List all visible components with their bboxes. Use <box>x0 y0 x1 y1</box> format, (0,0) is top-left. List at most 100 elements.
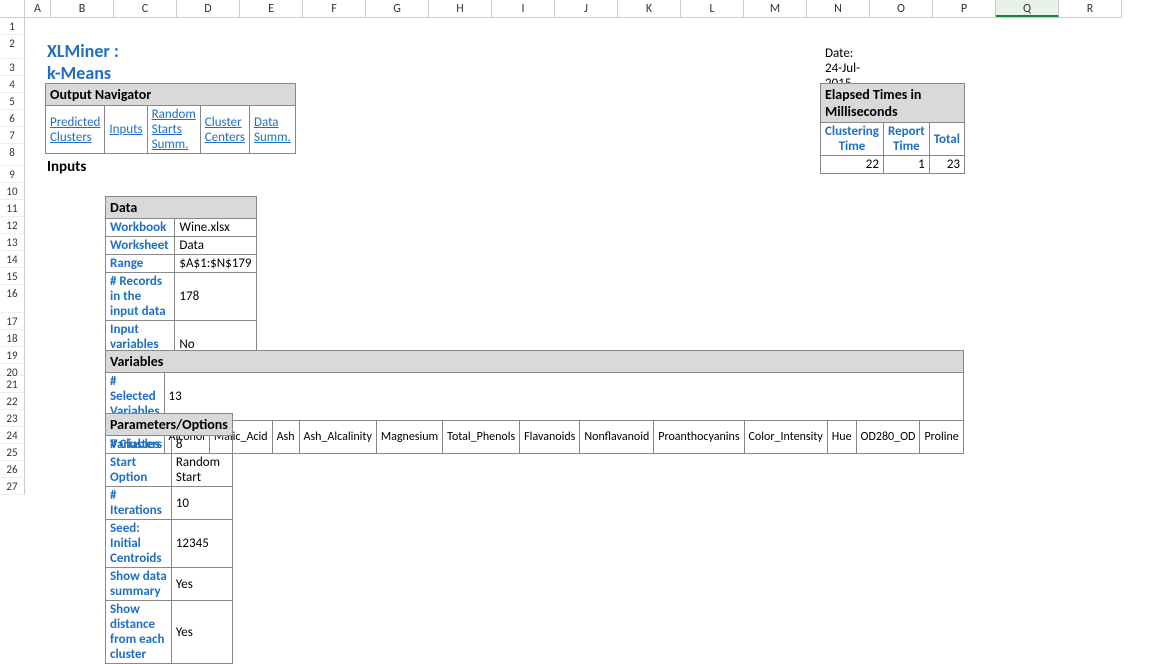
row-header-8[interactable]: 8 <box>0 144 25 166</box>
column-header-o[interactable]: O <box>870 0 933 17</box>
var-proline: Proline <box>920 421 963 454</box>
row-header-2[interactable]: 2 <box>0 35 25 59</box>
row-header-18[interactable]: 18 <box>0 330 25 347</box>
row-header-19[interactable]: 19 <box>0 347 25 364</box>
column-header-l[interactable]: L <box>681 0 744 17</box>
row-header-26[interactable]: 26 <box>0 461 25 478</box>
column-header-k[interactable]: K <box>618 0 681 17</box>
data-label-range: Range <box>106 255 175 273</box>
row-header-11[interactable]: 11 <box>0 200 25 217</box>
column-header-r[interactable]: R <box>1059 0 1122 17</box>
row-header-21[interactable]: 21 <box>0 376 25 393</box>
elapsed-col-total: Total <box>929 123 964 156</box>
var-total-phenols: Total_Phenols <box>443 421 520 454</box>
param-val-distance: Yes <box>171 601 232 664</box>
data-section: Data WorkbookWine.xlsx WorksheetData Ran… <box>105 196 257 369</box>
row-header-1[interactable]: 1 <box>0 18 25 35</box>
row-header-5[interactable]: 5 <box>0 93 25 110</box>
var-flavanoids: Flavanoids <box>520 421 580 454</box>
row-header-23[interactable]: 23 <box>0 410 25 427</box>
column-header-h[interactable]: H <box>429 0 492 17</box>
var-color-intensity: Color_Intensity <box>744 421 827 454</box>
elapsed-val-report: 1 <box>883 156 929 174</box>
column-header-b[interactable]: B <box>51 0 114 17</box>
elapsed-col-report: Report Time <box>883 123 929 156</box>
elapsed-times: Elapsed Times in Milliseconds Clustering… <box>820 83 965 174</box>
row-header-7[interactable]: 7 <box>0 127 25 144</box>
nav-link-predicted-clusters[interactable]: Predicted Clusters <box>46 106 105 154</box>
nav-link-cluster-centers[interactable]: Cluster Centers <box>200 106 249 154</box>
data-label-workbook: Workbook <box>106 219 175 237</box>
var-nonflavanoid: Nonflavanoid <box>580 421 654 454</box>
data-section-header: Data <box>106 197 257 219</box>
column-header-c[interactable]: C <box>114 0 177 17</box>
nav-link-data-summ[interactable]: Data Summ. <box>249 106 295 154</box>
var-proanthocyanins: Proanthocyanins <box>654 421 744 454</box>
elapsed-val-clustering: 22 <box>821 156 884 174</box>
column-header-g[interactable]: G <box>366 0 429 17</box>
param-label-distance: Show distance from each cluster <box>106 601 172 664</box>
param-label-seed: Seed: Initial Centroids <box>106 520 172 568</box>
param-val-start: Random Start <box>171 454 232 487</box>
data-val-workbook: Wine.xlsx <box>175 219 256 237</box>
elapsed-header: Elapsed Times in Milliseconds <box>821 84 965 123</box>
row-header-16[interactable]: 16 <box>0 285 25 313</box>
column-header-n[interactable]: N <box>807 0 870 17</box>
row-header-14[interactable]: 14 <box>0 251 25 268</box>
param-val-clusters: 8 <box>171 436 232 454</box>
row-header-22[interactable]: 22 <box>0 393 25 410</box>
row-header-17[interactable]: 17 <box>0 313 25 330</box>
sheet-corner[interactable] <box>0 0 25 18</box>
var-ash: Ash <box>272 421 299 454</box>
vars-count-val: 13 <box>164 373 963 421</box>
row-header-3[interactable]: 3 <box>0 59 25 76</box>
row-header-9[interactable]: 9 <box>0 166 25 183</box>
row-header-25[interactable]: 25 <box>0 444 25 461</box>
data-label-worksheet: Worksheet <box>106 237 175 255</box>
row-header-24[interactable]: 24 <box>0 427 25 444</box>
column-header-a[interactable]: A <box>25 0 51 17</box>
elapsed-col-clustering: Clustering Time <box>821 123 884 156</box>
param-label-clusters: # Clusters <box>106 436 172 454</box>
nav-link-inputs[interactable]: Inputs <box>105 106 147 154</box>
row-header-6[interactable]: 6 <box>0 110 25 127</box>
inputs-heading: Inputs <box>47 158 86 176</box>
column-header-i[interactable]: I <box>492 0 555 17</box>
param-label-start: Start Option <box>106 454 172 487</box>
column-header-f[interactable]: F <box>303 0 366 17</box>
parameters-section: Parameters/Options # Clusters8 Start Opt… <box>105 413 233 664</box>
data-val-range: $A$1:$N$179 <box>175 255 256 273</box>
data-val-records: 178 <box>175 273 256 321</box>
variables-header: Variables <box>106 351 964 373</box>
output-navigator: Output Navigator Predicted Clusters Inpu… <box>45 83 296 154</box>
var-hue: Hue <box>827 421 856 454</box>
nav-link-random-starts[interactable]: Random Starts Summ. <box>147 106 200 154</box>
column-header-m[interactable]: M <box>744 0 807 17</box>
var-od280: OD280_OD <box>856 421 920 454</box>
row-header-10[interactable]: 10 <box>0 183 25 200</box>
column-header-p[interactable]: P <box>933 0 996 17</box>
column-header-d[interactable]: D <box>177 0 240 17</box>
elapsed-val-total: 23 <box>929 156 964 174</box>
variables-section: Variables # Selected Variables 13 Select… <box>105 350 964 454</box>
param-val-summary: Yes <box>171 568 232 601</box>
column-headers: ABCDEFGHIJKLMNOPQR <box>25 0 1122 18</box>
row-header-13[interactable]: 13 <box>0 234 25 251</box>
param-val-seed: 12345 <box>171 520 232 568</box>
param-label-summary: Show data summary <box>106 568 172 601</box>
column-header-e[interactable]: E <box>240 0 303 17</box>
row-header-20[interactable]: 20 <box>0 364 25 376</box>
row-header-27[interactable]: 27 <box>0 478 25 495</box>
row-headers: 1234567891011121314151617181920212223242… <box>0 18 25 495</box>
column-header-q[interactable]: Q <box>996 0 1059 17</box>
row-header-4[interactable]: 4 <box>0 76 25 93</box>
var-ash-alcalinity: Ash_Alcalinity <box>299 421 376 454</box>
output-navigator-header: Output Navigator <box>46 84 296 106</box>
data-val-worksheet: Data <box>175 237 256 255</box>
var-magnesium: Magnesium <box>376 421 442 454</box>
parameters-header: Parameters/Options <box>106 414 233 436</box>
data-label-records: # Records in the input data <box>106 273 175 321</box>
row-header-15[interactable]: 15 <box>0 268 25 285</box>
row-header-12[interactable]: 12 <box>0 217 25 234</box>
column-header-j[interactable]: J <box>555 0 618 17</box>
